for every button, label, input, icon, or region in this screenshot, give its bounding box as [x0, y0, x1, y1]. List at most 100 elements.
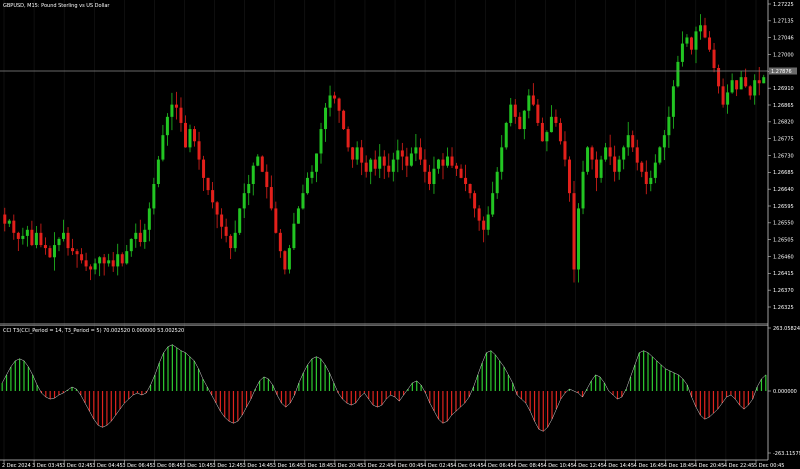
candle-body — [57, 238, 61, 246]
candle-body — [25, 229, 29, 236]
candle-body — [147, 208, 151, 230]
candle-body — [477, 208, 481, 221]
time-axis-label: 3 Dec 02:45 — [62, 463, 92, 469]
candle-body — [387, 165, 391, 172]
candle-body — [360, 147, 364, 163]
candle-body — [418, 147, 422, 160]
candle-body — [436, 159, 440, 169]
candle-body — [202, 159, 206, 178]
time-axis-label: 3 Dec 10:45 — [182, 463, 212, 469]
candle-body — [242, 193, 246, 209]
time-axis-label: 4 Dec 18:45 — [664, 463, 694, 469]
candle-body — [129, 238, 133, 252]
candle-body — [753, 80, 757, 96]
candle-body — [405, 156, 409, 166]
candle-body — [120, 254, 124, 264]
candle-body — [211, 190, 215, 203]
price-axis-label: 1.26505 — [773, 237, 794, 243]
candle-body — [328, 95, 332, 108]
candle-body — [30, 229, 34, 246]
candle-body — [667, 116, 671, 136]
candle-body — [635, 147, 639, 163]
candle-body — [346, 129, 350, 148]
candle-body — [622, 147, 626, 160]
candle-body — [676, 61, 680, 87]
candle-body — [333, 95, 337, 99]
candle-body — [324, 107, 328, 130]
candle-body — [251, 165, 255, 184]
time-axis-label: 3 Dec 12:45 — [213, 463, 243, 469]
time-axis-label: 4 Dec 14:45 — [604, 463, 634, 469]
candle-body — [703, 25, 707, 38]
candle-body — [161, 135, 165, 160]
candle-body — [558, 122, 562, 142]
price-axis-label: 1.27225 — [773, 2, 794, 8]
time-axis-label: 4 Dec 00:45 — [393, 463, 423, 469]
candle-body — [256, 156, 260, 166]
candle-body — [75, 251, 79, 255]
candle-body — [283, 251, 287, 270]
candle-body — [233, 232, 237, 249]
time-axis-label: 2 Dec 2024 — [2, 463, 31, 469]
candle-body — [459, 168, 463, 178]
candle-body — [549, 116, 553, 133]
mt-chart[interactable]: GBPUSD, M15: Pound Sterling vs US Dollar… — [0, 0, 800, 469]
candle-body — [156, 159, 160, 184]
indicator-axis-label: 263.0582466 — [773, 326, 800, 332]
time-axis-label: 3 Dec 16:45 — [273, 463, 303, 469]
candle-body — [486, 214, 490, 230]
candle-body — [34, 232, 38, 246]
price-axis-label: 1.26640 — [773, 187, 794, 193]
candle-body — [450, 156, 454, 166]
candle-body — [179, 107, 183, 123]
candle-body — [608, 147, 612, 157]
candle-body — [382, 156, 386, 166]
time-axis-label: 5 Dec 00:45 — [754, 463, 784, 469]
time-axis-label: 4 Dec 16:45 — [634, 463, 664, 469]
candle-body — [52, 245, 56, 258]
time-axis-label: 3 Dec 20:45 — [333, 463, 363, 469]
candle-body — [278, 232, 282, 252]
candle-body — [93, 263, 97, 270]
time-axis-label: 4 Dec 10:45 — [543, 463, 573, 469]
candle-body — [744, 77, 748, 87]
candle-body — [364, 162, 368, 172]
candle-body — [509, 104, 513, 123]
candle-body — [473, 193, 477, 209]
candle-body — [455, 165, 459, 169]
candle-body — [567, 159, 571, 194]
current-price-value: 1.27876 — [771, 69, 792, 75]
candle-body — [170, 104, 174, 117]
candle-body — [599, 159, 603, 178]
time-axis-label: 4 Dec 22:45 — [724, 463, 754, 469]
candle-body — [739, 77, 743, 90]
candle-body — [71, 248, 75, 252]
candle-body — [658, 147, 662, 163]
candle-body — [653, 162, 657, 178]
candle-body — [680, 43, 684, 62]
price-axis-label: 1.26370 — [773, 288, 794, 294]
candle-body — [62, 232, 66, 239]
candle-body — [522, 110, 526, 130]
candle-body — [342, 110, 346, 130]
candle-body — [193, 129, 197, 142]
time-axis-label: 3 Dec 03:45 — [32, 463, 62, 469]
candle-body — [138, 232, 142, 242]
candle-body — [48, 248, 52, 258]
indicator-title: CCI T3(CCI_Period = 14, T3_Period = 5) 7… — [3, 328, 184, 334]
candle-body — [378, 156, 382, 169]
candle-body — [7, 220, 11, 224]
time-axis-label: 3 Dec 04:45 — [92, 463, 122, 469]
candle-body — [98, 257, 102, 264]
candle-body — [215, 202, 219, 215]
candle-body — [735, 80, 739, 90]
candle-body — [423, 159, 427, 172]
candle-body — [613, 156, 617, 172]
candle-body — [721, 86, 725, 105]
candle-body — [491, 193, 495, 215]
candle-body — [107, 260, 111, 264]
candle-body — [319, 129, 323, 154]
candle-body — [446, 156, 450, 166]
candle-body — [373, 159, 377, 169]
candle-body — [305, 177, 309, 194]
